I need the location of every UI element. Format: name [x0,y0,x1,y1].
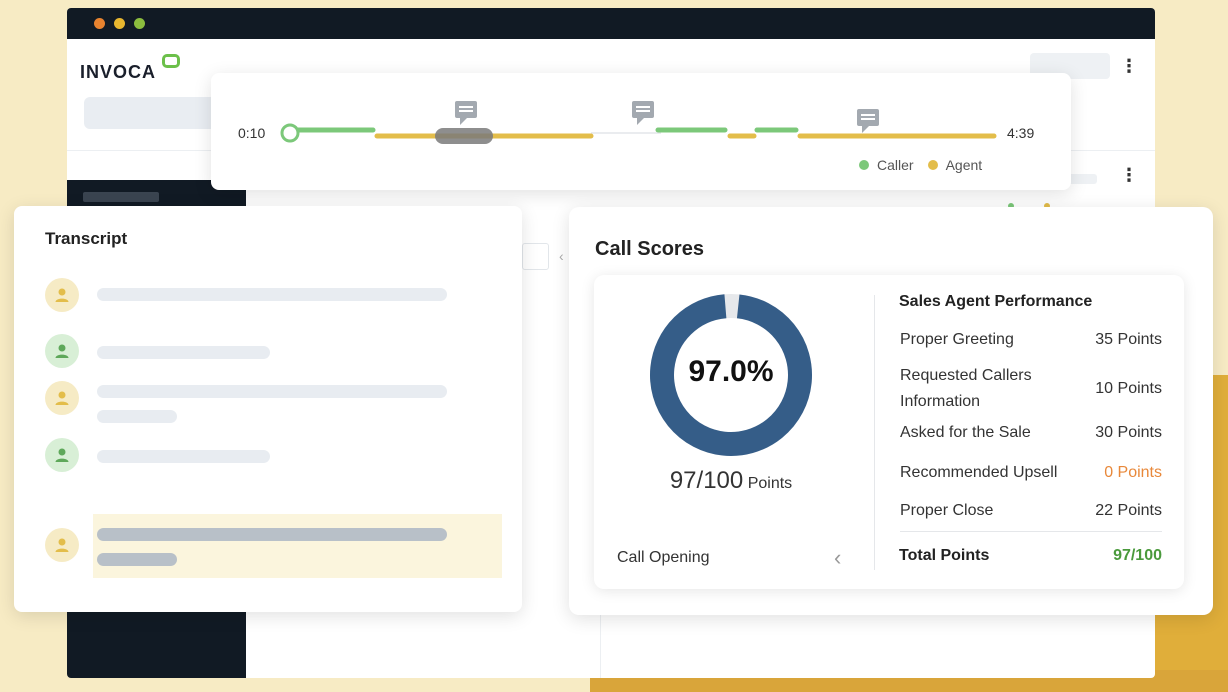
timeline-playhead [280,123,300,143]
logo-bubble-icon [162,54,180,68]
call-scores-title: Call Scores [595,238,704,260]
app-logo: INVOCA [80,62,157,82]
total-row: Total Points 97/100 [899,547,1162,564]
row-placeholder [1067,174,1097,184]
message-placeholder[interactable] [97,346,270,359]
total-divider [900,531,1162,532]
chevron-left-icon[interactable]: ‹ [559,248,564,264]
performance-row: Asked for the Sale 30 Points [900,424,1162,441]
agent-avatar-icon [45,278,79,312]
caller-dot-icon [859,160,869,170]
window-minimize-dot[interactable] [114,18,125,29]
window-maximize-dot[interactable] [134,18,145,29]
message-placeholder[interactable] [97,528,447,541]
more-options-icon[interactable]: ⋮ [1120,166,1138,184]
performance-row: Recommended Upsell 0 Points [900,464,1162,481]
more-options-icon[interactable]: ⋮ [1120,57,1138,75]
message-placeholder[interactable] [97,410,177,423]
transcript-title: Transcript [45,229,128,248]
comment-icon [857,109,879,133]
window-titlebar [67,8,1155,39]
legend-item-caller: Caller [859,157,914,173]
timeline-legend: Caller Agent [859,157,982,173]
legend-item-agent: Agent [927,157,982,173]
timeline-selection [435,128,493,144]
sidebar-item-placeholder[interactable] [83,192,159,202]
message-placeholder[interactable] [97,385,447,398]
filter-box[interactable] [522,243,549,270]
agent-avatar-icon [45,528,79,562]
performance-row: Proper Close 22 Points [900,502,1162,519]
transcript-highlight [93,514,502,578]
window-close-dot[interactable] [94,18,105,29]
message-placeholder[interactable] [97,553,177,566]
performance-row: Requested Callers Information 10 Points [900,367,1162,410]
message-placeholder[interactable] [97,450,270,463]
comment-icon [455,101,477,125]
search-placeholder[interactable] [84,97,224,129]
vertical-divider [874,295,875,570]
caller-avatar-icon [45,438,79,472]
chevron-left-icon[interactable]: ‹ [834,545,841,571]
score-percent: 97.0% [688,355,774,388]
column-divider [600,608,601,678]
score-points: 97/100 Points [669,467,793,494]
caller-avatar-icon [45,334,79,368]
agent-avatar-icon [45,381,79,415]
transcript-panel: Transcript [14,206,522,612]
section-selector-label[interactable]: Call Opening [617,549,710,567]
score-details: 97.0% 97/100 Points Call Opening ‹ Sales… [594,275,1184,589]
performance-row: Proper Greeting 35 Points [900,331,1162,348]
agent-dot-icon [927,160,938,170]
call-timeline: 0:10 4:39 Caller Agent [211,73,1071,190]
performance-title: Sales Agent Performance [899,293,1093,310]
comment-icon [632,101,654,125]
message-placeholder[interactable] [97,288,447,301]
call-scores-panel: Call Scores 97.0% 97/100 Points Call Ope… [569,207,1213,615]
